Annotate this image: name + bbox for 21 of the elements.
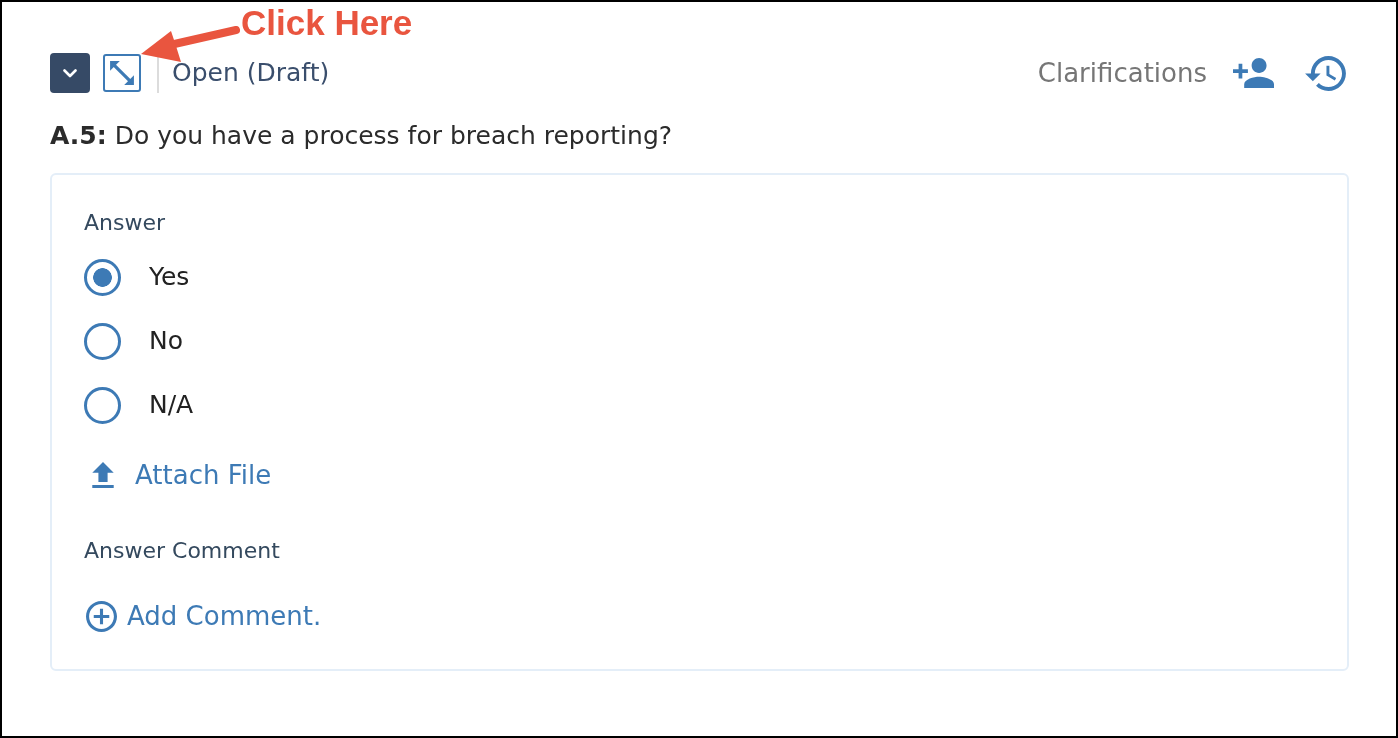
answer-label: Answer	[84, 209, 166, 237]
add-comment-button[interactable]: Add Comment.	[86, 598, 322, 634]
status-label: Open (Draft)	[172, 57, 330, 89]
option-label[interactable]: Yes	[149, 261, 190, 293]
clarifications-link[interactable]: Clarifications	[1037, 57, 1207, 89]
collapse-button[interactable]	[50, 53, 90, 93]
option-label[interactable]: N/A	[149, 389, 194, 421]
diagonal-arrow-icon	[109, 60, 135, 86]
option-label[interactable]: No	[149, 325, 183, 357]
chevron-down-icon	[63, 68, 77, 78]
radio-button[interactable]	[84, 258, 121, 296]
upload-icon	[92, 462, 114, 488]
attach-file-button[interactable]: Attach File	[92, 457, 272, 493]
radio-button[interactable]	[84, 322, 121, 360]
add-person-icon[interactable]	[1233, 58, 1274, 88]
radio-button[interactable]	[84, 386, 121, 424]
question-text: A.5: Do you have a process for breach reporting?	[50, 120, 673, 152]
history-icon[interactable]	[1305, 55, 1346, 91]
answer-comment-label: Answer Comment	[84, 537, 280, 565]
expand-button[interactable]	[103, 54, 141, 92]
annotation-text: Click Here	[241, 5, 413, 40]
